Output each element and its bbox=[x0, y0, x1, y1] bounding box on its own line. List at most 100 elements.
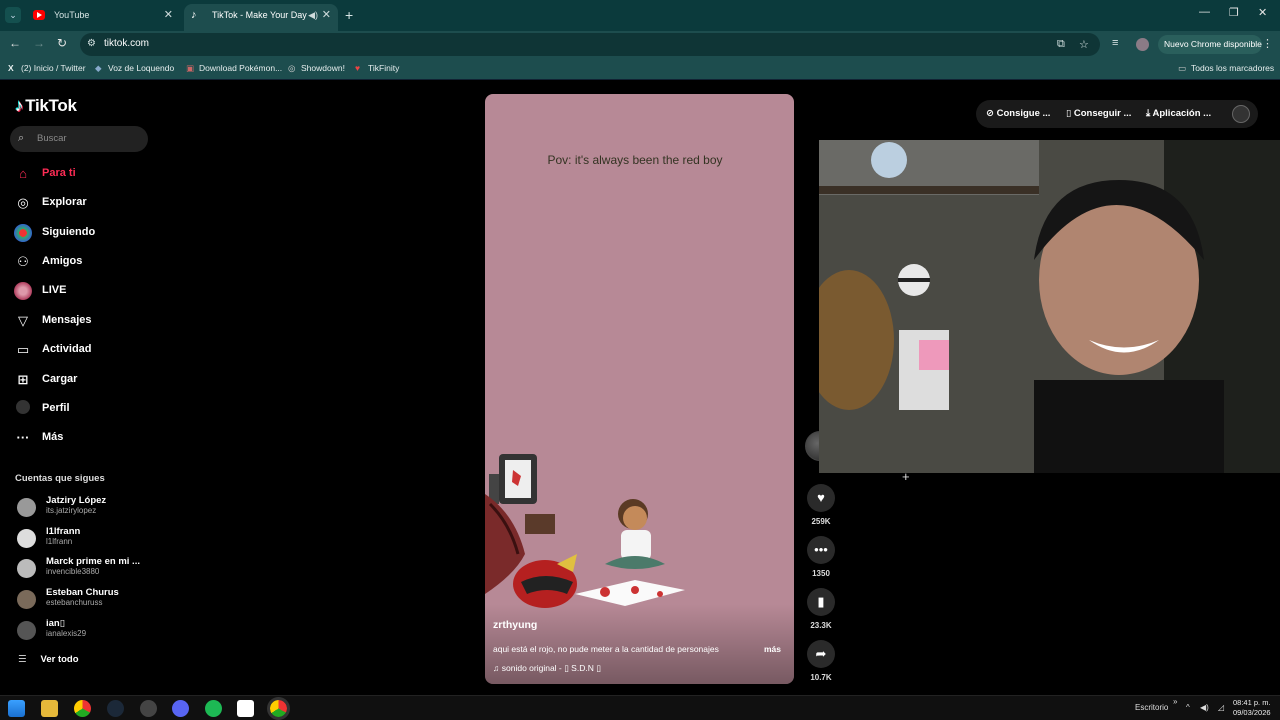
window-close-icon[interactable]: ✕ bbox=[1258, 6, 1267, 19]
nav-item-upload[interactable]: ⊞ Cargar bbox=[13, 369, 153, 391]
friends-icon: ⚇ bbox=[17, 254, 29, 269]
close-icon[interactable]: ✕ bbox=[322, 4, 331, 27]
get-coins-button[interactable]: ⊘ Consigue ... bbox=[986, 108, 1050, 119]
following-item[interactable]: Jatziry López its.jatzirylopez bbox=[15, 495, 150, 523]
compass-icon: ◎ bbox=[17, 195, 29, 210]
profile-avatar[interactable] bbox=[1232, 105, 1250, 123]
coin-icon: ⊘ bbox=[986, 108, 997, 119]
network-icon[interactable]: ◿ bbox=[1218, 703, 1224, 712]
minimize-icon[interactable]: — bbox=[1199, 6, 1210, 18]
bookmark-icon: ◆ bbox=[95, 63, 102, 73]
new-tab-button[interactable]: + bbox=[345, 7, 353, 23]
nav-item-messages[interactable]: ▽ Mensajes bbox=[13, 310, 153, 332]
nav-item-explore[interactable]: ◎ Explorar bbox=[13, 192, 153, 214]
steam-icon[interactable] bbox=[107, 700, 124, 717]
video-username[interactable]: zrthyung bbox=[493, 619, 537, 631]
nav-item-activity[interactable]: ▭ Actividad bbox=[13, 339, 153, 361]
back-icon[interactable]: ← bbox=[9, 36, 21, 50]
desktop-app-button[interactable]: ⤓ Aplicación ... bbox=[1146, 108, 1211, 119]
more-button[interactable]: más bbox=[764, 644, 781, 654]
see-all-button[interactable]: ☰ Ver todo bbox=[18, 654, 79, 665]
forward-icon[interactable]: → bbox=[33, 36, 45, 50]
clock[interactable]: 08:41 p. m. 09/03/2026 bbox=[1233, 698, 1271, 718]
nav-item-live[interactable]: LIVE bbox=[13, 280, 153, 302]
bookmark-pokemon[interactable]: ▣ Download Pokémon... bbox=[186, 63, 282, 74]
list-icon: ☰ bbox=[18, 654, 27, 665]
more-icon: ··· bbox=[16, 430, 30, 445]
comment-icon: ••• bbox=[807, 536, 835, 564]
search-input[interactable]: ⌕ Buscar bbox=[10, 126, 148, 152]
search-icon: ⌕ bbox=[18, 132, 25, 144]
speaker-icon[interactable]: ◀) bbox=[308, 4, 318, 27]
tiktok-icon: ♪ bbox=[15, 96, 24, 115]
app-icon[interactable] bbox=[140, 700, 157, 717]
avatar bbox=[17, 559, 36, 578]
comment-button[interactable]: ••• 1350 bbox=[806, 536, 836, 578]
tray-expand-icon[interactable]: ^ bbox=[1186, 703, 1190, 712]
tiktok-logo[interactable]: ♪ TikTok bbox=[15, 96, 77, 116]
favorite-button[interactable]: ▮ 23.3K bbox=[806, 588, 836, 630]
chrome-menu-icon[interactable]: ⋮ bbox=[1262, 37, 1273, 50]
profile-avatar[interactable] bbox=[1136, 38, 1149, 51]
bookmark-loquendo[interactable]: ◆ Voz de Loquendo bbox=[95, 63, 174, 74]
mouse-cursor: + bbox=[902, 469, 910, 484]
close-icon[interactable]: ✕ bbox=[164, 4, 173, 27]
star-icon[interactable]: ☆ bbox=[1079, 38, 1089, 51]
bookmark-twitter[interactable]: X (2) Inicio / Twitter bbox=[8, 63, 86, 73]
messages-icon: ▽ bbox=[18, 313, 28, 328]
like-count: 259K bbox=[811, 517, 831, 526]
live-icon bbox=[13, 282, 33, 300]
video-player[interactable]: Pov: it's always been the red boy zrthyu… bbox=[485, 94, 794, 684]
nav-item-more[interactable]: ··· Más bbox=[13, 427, 153, 449]
get-app-button[interactable]: ▯ Conseguir ... bbox=[1066, 108, 1131, 119]
browser-tab-strip: ⌄ YouTube ✕ ♪ TikTok - Make Your Day ◀) … bbox=[0, 0, 1280, 31]
home-icon: ⌂ bbox=[19, 166, 27, 181]
share-button[interactable]: ➦ 10.7K bbox=[806, 640, 836, 682]
tab-search-button[interactable]: ⌄ bbox=[5, 7, 21, 23]
capcut-icon[interactable] bbox=[237, 700, 254, 717]
following-item[interactable]: l1lfrann l1lfrann bbox=[15, 526, 150, 554]
music-note-icon: ♫ bbox=[493, 663, 502, 673]
tab-title: TikTok - Make Your Day bbox=[212, 10, 307, 20]
spotify-icon[interactable] bbox=[205, 700, 222, 717]
address-bar[interactable]: ⚙ tiktok.com ⧉ ☆ bbox=[80, 33, 1100, 56]
x-icon: X bbox=[8, 63, 14, 73]
tab-tiktok[interactable]: ♪ TikTok - Make Your Day ◀) ✕ bbox=[184, 4, 338, 31]
chrome-icon[interactable] bbox=[74, 700, 91, 717]
bookmark-icon: ◎ bbox=[288, 63, 296, 73]
like-button[interactable]: ♥ 259K bbox=[806, 484, 836, 526]
tab-youtube[interactable]: YouTube ✕ bbox=[26, 4, 180, 31]
restore-icon[interactable]: ❐ bbox=[1229, 6, 1239, 19]
video-sound[interactable]: ♫ sonido original - ▯ S.D.N ▯ bbox=[493, 663, 601, 674]
url-text: tiktok.com bbox=[104, 38, 150, 49]
share-icon: ➦ bbox=[807, 640, 835, 668]
volume-icon[interactable]: ◀) bbox=[1200, 703, 1209, 712]
following-item[interactable]: ian▯ ianalexis29 bbox=[15, 618, 150, 646]
chevron-icon[interactable]: » bbox=[1173, 697, 1177, 706]
all-bookmarks-button[interactable]: ▭ Todos los marcadores bbox=[1178, 63, 1274, 74]
chrome-active-icon[interactable] bbox=[267, 697, 290, 720]
site-info-icon[interactable]: ⚙ bbox=[87, 38, 96, 49]
bookmark-showdown[interactable]: ◎ Showdown! bbox=[288, 63, 345, 74]
bookmark-tikfinity[interactable]: ♥ TikFinity bbox=[355, 63, 399, 73]
reload-icon[interactable]: ↻ bbox=[57, 36, 67, 50]
nav-item-following[interactable]: Siguiendo bbox=[13, 222, 153, 244]
folder-icon: ▭ bbox=[1178, 63, 1187, 73]
windows-start-icon[interactable] bbox=[8, 700, 25, 717]
nav-item-profile[interactable]: Perfil bbox=[13, 398, 153, 420]
media-control-icon[interactable]: ≡ bbox=[1112, 37, 1118, 49]
following-item[interactable]: Marck prime en mi ... invencible3880 bbox=[15, 556, 150, 584]
discord-icon[interactable] bbox=[172, 700, 189, 717]
file-explorer-icon[interactable] bbox=[41, 700, 58, 717]
bookmark-icon: ♥ bbox=[355, 63, 361, 73]
following-item[interactable]: Esteban Churus estebanchuruss bbox=[15, 587, 150, 615]
update-chrome-button[interactable]: Nuevo Chrome disponible bbox=[1158, 35, 1262, 54]
nav-item-friends[interactable]: ⚇ Amigos bbox=[13, 251, 153, 273]
webcam-overlay bbox=[819, 140, 1280, 473]
desktop-label[interactable]: Escritorio bbox=[1135, 703, 1168, 712]
install-app-icon[interactable]: ⧉ bbox=[1057, 38, 1065, 51]
nav-item-for-you[interactable]: ⌂ Para ti bbox=[13, 163, 153, 185]
bookmarks-bar: X (2) Inicio / Twitter ◆ Voz de Loquendo ▣… bbox=[0, 58, 1280, 80]
avatar bbox=[17, 621, 36, 640]
video-description: aqui está el rojo, no pude meter a la ca… bbox=[493, 644, 719, 654]
